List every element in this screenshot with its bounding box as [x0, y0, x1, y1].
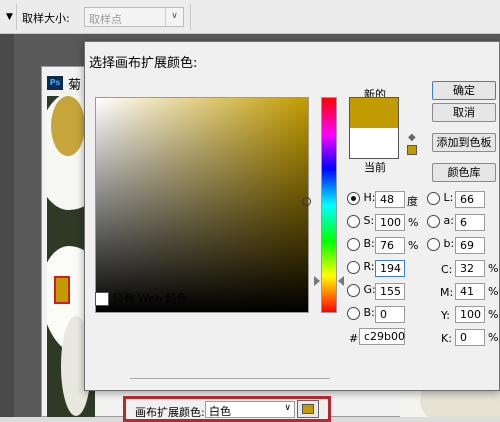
document-title: 菊	[68, 78, 82, 93]
hex-input[interactable]: c29b00	[359, 328, 405, 345]
dialog-title: 选择画布扩展颜色:	[89, 56, 198, 71]
flower-center-shape	[51, 96, 85, 156]
separator	[190, 4, 191, 30]
color-field[interactable]	[95, 97, 311, 313]
cancel-button[interactable]: 取消	[432, 103, 496, 122]
h-unit: 度	[407, 195, 418, 208]
separator	[16, 4, 17, 30]
add-to-swatches-button[interactable]: 添加到色板	[432, 133, 496, 152]
l-row: L:	[427, 191, 453, 209]
l-radio[interactable]	[427, 191, 440, 205]
s-radio[interactable]	[347, 214, 360, 228]
r-row: R:	[347, 260, 375, 278]
sample-size-select[interactable]: 取样点 ∨	[84, 7, 184, 27]
photoshop-icon: Ps	[47, 76, 63, 90]
b-rgb-input[interactable]: 0	[375, 306, 405, 323]
s-input[interactable]: 100	[375, 214, 405, 231]
web-colors-checkbox[interactable]	[95, 292, 109, 306]
ok-button[interactable]: 确定	[432, 81, 496, 100]
sample-point-marker	[54, 276, 70, 304]
b-lab-label: b:	[443, 237, 455, 250]
y-label: Y:	[441, 309, 450, 322]
hex-label: #	[349, 332, 359, 345]
b-hsb-label: B:	[363, 237, 375, 250]
m-unit: %	[488, 285, 499, 298]
r-label: R:	[363, 260, 375, 273]
b-rgb-label: B:	[363, 306, 375, 319]
a-row: a:	[427, 214, 454, 232]
b-rgb-row: B:	[347, 306, 375, 324]
sample-size-label: 取样大小:	[22, 12, 70, 25]
s-unit: %	[408, 216, 419, 229]
c-label: C:	[441, 263, 453, 276]
chevron-down-icon: ∨	[165, 8, 183, 26]
h-label: H:	[363, 191, 376, 204]
color-field-cursor[interactable]	[302, 197, 311, 206]
y-input[interactable]: 100	[455, 306, 485, 323]
s-label: S:	[363, 214, 375, 227]
b-hsb-unit: %	[408, 239, 419, 252]
h-row: H:	[347, 191, 375, 209]
a-radio[interactable]	[427, 214, 440, 228]
m-label: M:	[440, 286, 454, 299]
b-hsb-row: B:	[347, 237, 375, 255]
s-row: S:	[347, 214, 374, 232]
m-input[interactable]: 41	[455, 283, 485, 300]
y-unit: %	[488, 308, 499, 321]
b-lab-row: b:	[427, 237, 454, 255]
canvas-size-divider	[130, 378, 330, 392]
b-hsb-radio[interactable]	[347, 237, 360, 251]
web-colors-label: 只有 Web 颜色	[112, 292, 188, 305]
current-color-label: 当前	[364, 161, 386, 174]
c-unit: %	[488, 262, 499, 275]
g-row: G:	[347, 283, 376, 301]
new-color-swatch	[350, 98, 398, 128]
color-libraries-button[interactable]: 颜色库	[432, 163, 496, 182]
a-input[interactable]: 6	[455, 214, 485, 231]
web-safe-color-swatch[interactable]	[407, 145, 417, 155]
k-input[interactable]: 0	[455, 329, 485, 346]
b-rgb-radio[interactable]	[347, 306, 360, 320]
color-comparison-swatch	[349, 97, 399, 159]
l-input[interactable]: 66	[455, 191, 485, 208]
a-label: a:	[443, 214, 454, 227]
tools-panel-strip	[0, 34, 14, 417]
r-input[interactable]: 194	[375, 260, 405, 277]
b-lab-input[interactable]: 69	[455, 237, 485, 254]
k-unit: %	[488, 331, 499, 344]
b-hsb-input[interactable]: 76	[375, 237, 405, 254]
g-label: G:	[363, 283, 376, 296]
l-label: L:	[443, 191, 454, 204]
options-bar: ▼ 取样大小: 取样点 ∨	[0, 0, 500, 34]
out-of-gamut-cube-icon[interactable]: ◆	[408, 132, 416, 143]
highlight-annotation-box	[123, 396, 331, 422]
sample-size-value: 取样点	[89, 13, 122, 26]
web-colors-only-toggle[interactable]: 只有 Web 颜色	[95, 290, 187, 306]
c-input[interactable]: 32	[455, 260, 485, 277]
r-radio[interactable]	[347, 260, 360, 274]
k-label: K:	[441, 332, 452, 345]
b-lab-radio[interactable]	[427, 237, 440, 251]
hue-slider-right-handle[interactable]	[338, 276, 344, 286]
h-input[interactable]: 48	[375, 191, 405, 208]
color-picker-dialog: 选择画布扩展颜色: 只有 Web 颜色 新的 当前 ◆ 确定 取消 添加到色板 …	[84, 41, 500, 391]
g-input[interactable]: 155	[375, 283, 405, 300]
h-radio[interactable]	[347, 191, 360, 205]
hue-slider[interactable]	[314, 97, 344, 313]
current-color-swatch[interactable]	[350, 128, 398, 158]
tool-preset-caret-icon[interactable]: ▼	[6, 12, 13, 22]
hue-slider-left-handle[interactable]	[314, 276, 320, 286]
g-radio[interactable]	[347, 283, 360, 297]
